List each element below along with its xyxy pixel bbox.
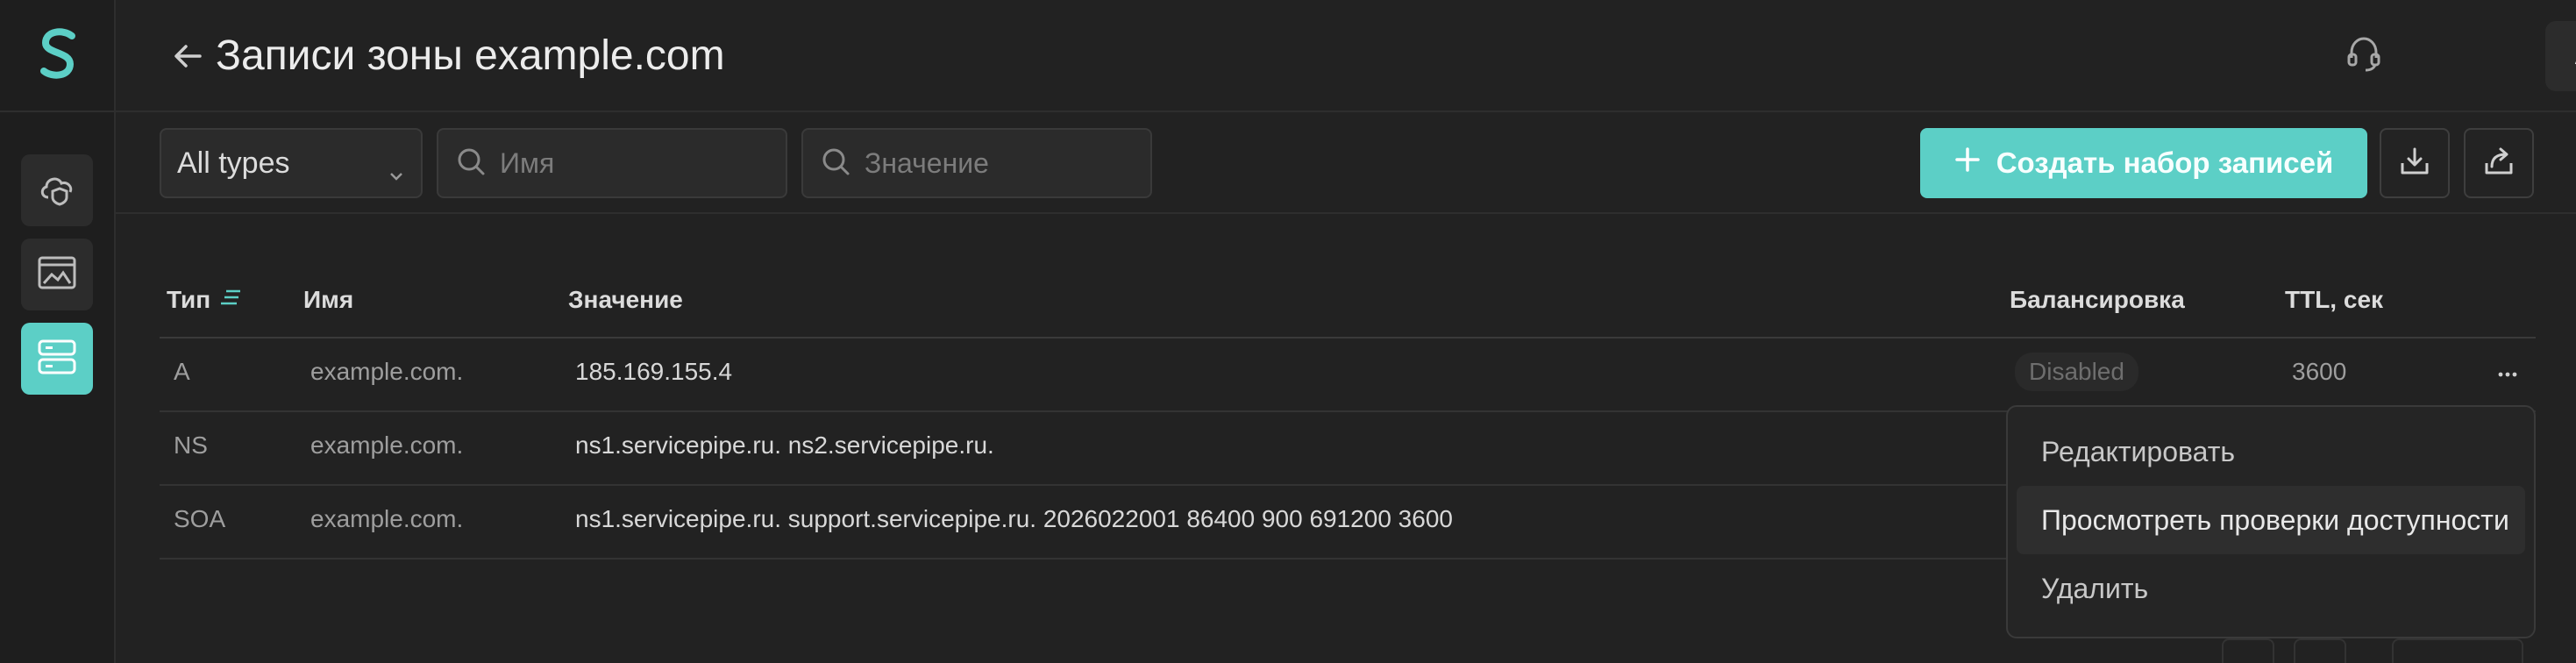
table-row[interactable]: A example.com. 185.169.155.4 Disabled 36…	[160, 339, 2536, 412]
record-value: 185.169.155.4	[575, 358, 733, 385]
logo-area	[0, 0, 116, 112]
status-badge: Disabled	[2015, 353, 2138, 391]
record-name: example.com.	[310, 505, 464, 532]
column-header-balancing: Балансировка	[2010, 286, 2185, 313]
back-arrow-icon[interactable]	[170, 39, 205, 74]
export-button[interactable]	[2464, 128, 2534, 198]
column-header-value: Значение	[568, 286, 683, 313]
sidebar-item-protection[interactable]	[21, 154, 93, 226]
type-filter-select[interactable]: All types	[160, 128, 423, 198]
more-horizontal-icon	[2497, 356, 2518, 384]
record-value: ns1.servicepipe.ru. ns2.servicepipe.ru.	[575, 431, 994, 459]
plus-icon	[1954, 146, 1981, 180]
download-tray-icon	[2397, 144, 2432, 183]
toolbar: All types Создать набор записей	[116, 112, 2576, 214]
value-search-input[interactable]	[863, 146, 1112, 181]
name-search-field[interactable]	[437, 128, 787, 198]
column-header-type-label: Тип	[167, 286, 211, 313]
record-value: ns1.servicepipe.ru. support.servicepipe.…	[575, 505, 1453, 532]
menu-item-delete[interactable]: Удалить	[2017, 554, 2525, 623]
create-record-set-button[interactable]: Создать набор записей	[1920, 128, 2367, 198]
menu-item-view-availability-checks[interactable]: Просмотреть проверки доступности	[2017, 486, 2525, 554]
sidebar-item-sites[interactable]	[21, 239, 93, 310]
page-title: Записи зоны example.com	[216, 32, 725, 79]
type-filter-value: All types	[177, 146, 290, 180]
column-header-name: Имя	[303, 286, 354, 313]
import-button[interactable]	[2380, 128, 2450, 198]
row-context-menu: Редактировать Просмотреть проверки досту…	[2006, 405, 2536, 638]
record-name: example.com.	[310, 358, 464, 385]
record-name: example.com.	[310, 431, 464, 459]
pagination-button[interactable]	[2222, 638, 2274, 663]
search-icon	[456, 146, 486, 181]
page-size-select[interactable]	[2392, 638, 2523, 663]
user-menu-button[interactable]: A	[2545, 21, 2576, 91]
logo-s-icon[interactable]	[37, 27, 79, 84]
headset-icon	[2345, 35, 2383, 78]
row-actions-button[interactable]	[2490, 353, 2525, 388]
column-header-ttl: TTL, сек	[2285, 286, 2384, 313]
record-type: SOA	[174, 505, 226, 532]
sidebar-item-dns[interactable]	[21, 323, 93, 395]
record-ttl: 3600	[2292, 358, 2347, 385]
browser-image-icon	[37, 255, 77, 295]
support-button[interactable]	[2327, 25, 2401, 88]
name-search-input[interactable]	[498, 146, 747, 181]
server-stack-icon	[37, 339, 77, 380]
table-header: Тип Имя Значение Балансировка TTL, сек	[160, 274, 2536, 339]
pagination-button[interactable]	[2294, 638, 2346, 663]
value-search-field[interactable]	[801, 128, 1152, 198]
sort-icon[interactable]	[219, 286, 244, 314]
page-header: Записи зоны example.com A	[116, 0, 2576, 112]
sidebar	[0, 0, 116, 663]
chevron-down-icon	[388, 156, 405, 190]
create-record-set-label: Создать набор записей	[1996, 146, 2334, 179]
search-icon	[821, 146, 850, 181]
menu-item-edit[interactable]: Редактировать	[2017, 417, 2525, 486]
column-header-type[interactable]: Тип	[167, 286, 244, 314]
record-type: A	[174, 358, 190, 385]
record-type: NS	[174, 431, 208, 459]
cloud-shield-icon	[38, 171, 76, 210]
upload-tray-icon	[2481, 144, 2516, 183]
